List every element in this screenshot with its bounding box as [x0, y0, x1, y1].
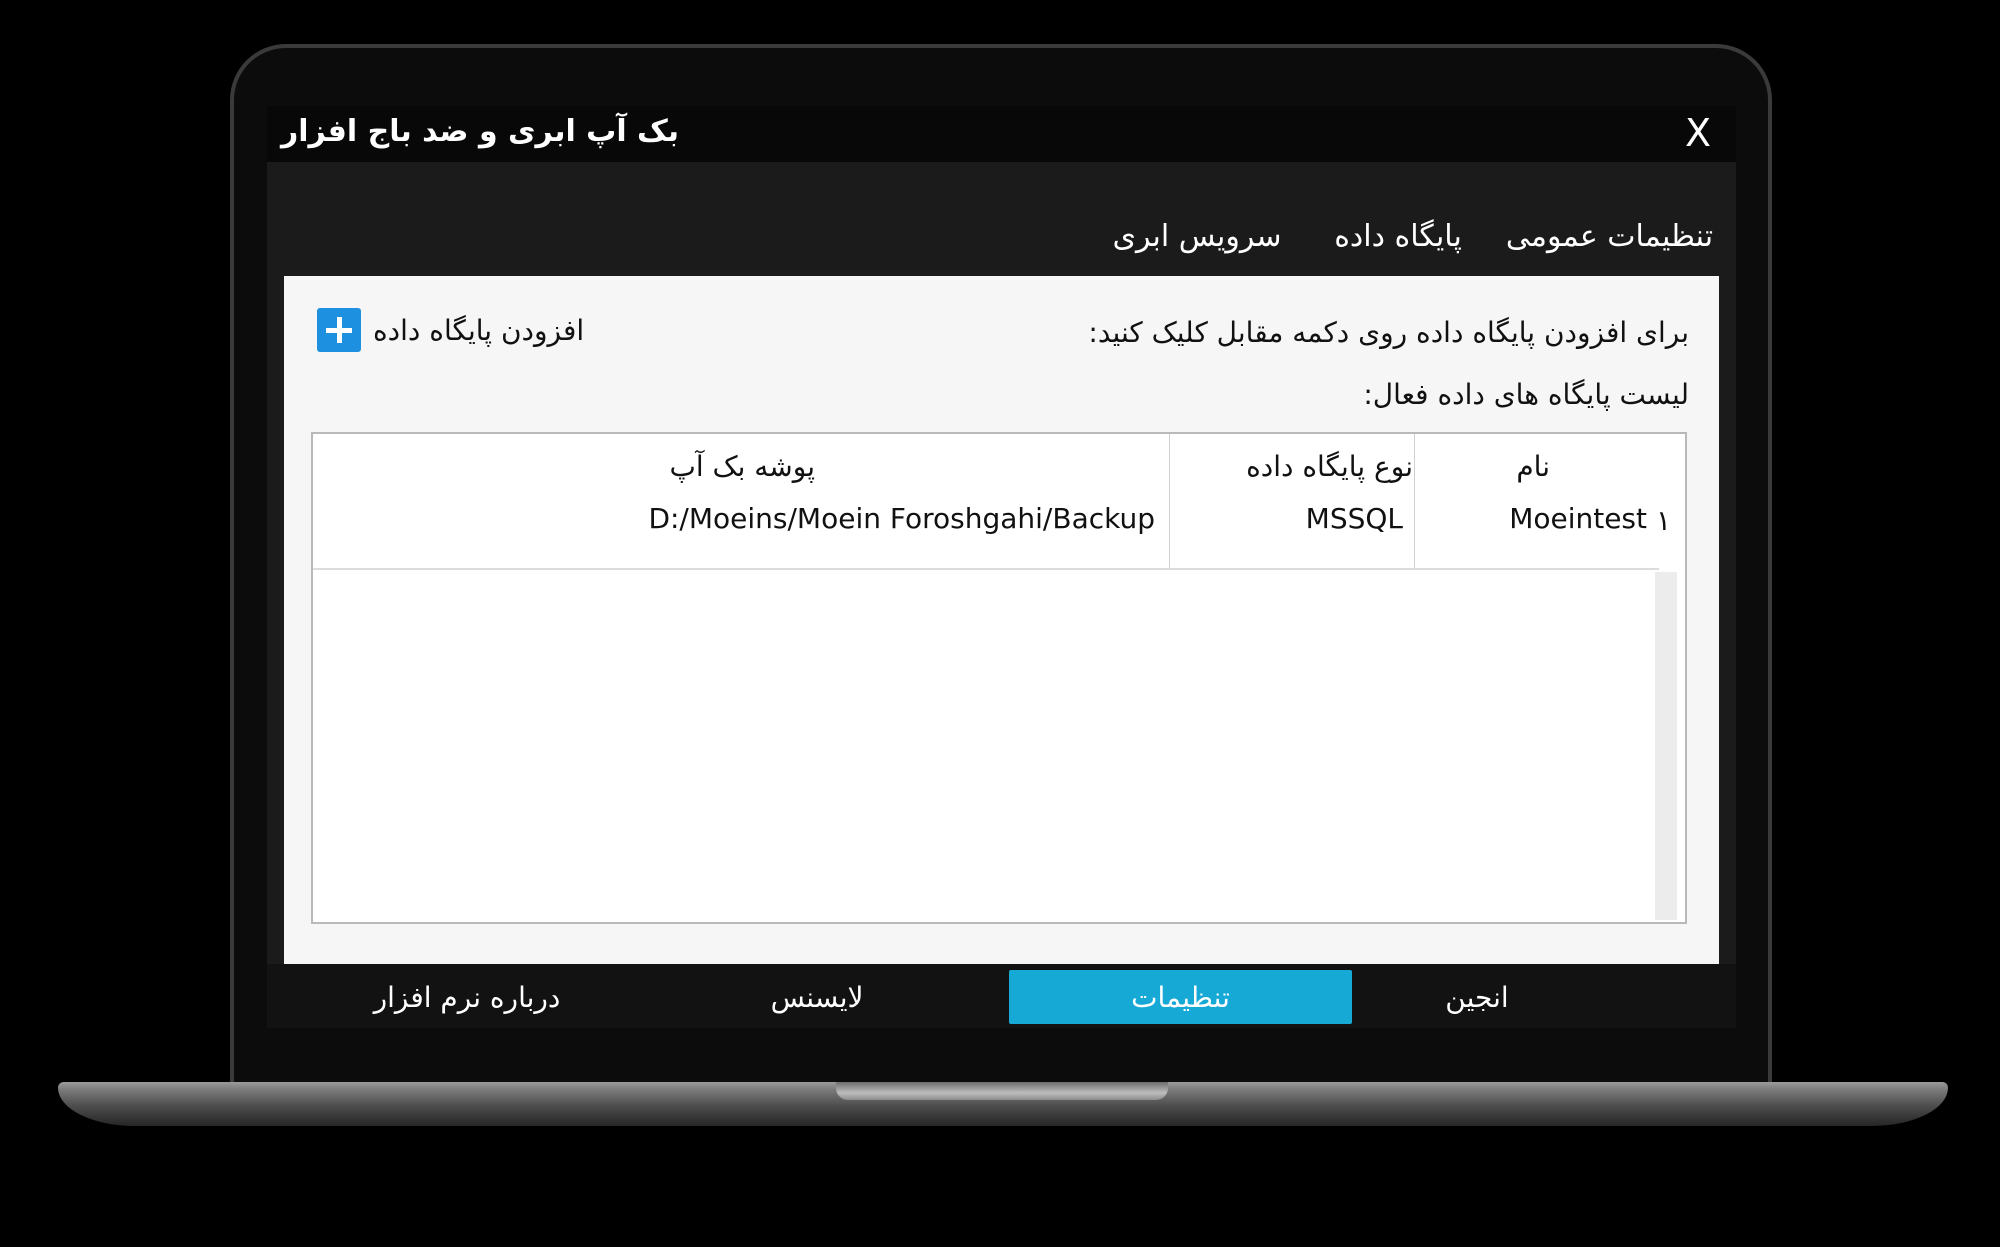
- row-index: ۱: [1655, 504, 1671, 537]
- column-divider: [1169, 434, 1170, 570]
- title-bar: بک آپ ابری و ضد باج افزار X: [267, 106, 1736, 162]
- column-divider: [1414, 434, 1415, 570]
- add-database-button[interactable]: افزودن پایگاه داده: [317, 308, 584, 352]
- databases-table: نام نوع پایگاه داده پوشه بک آپ ۱ Moeinte…: [311, 432, 1687, 924]
- column-header-db-type: نوع پایگاه داده: [1246, 450, 1413, 483]
- column-header-name: نام: [1516, 450, 1550, 483]
- add-database-label: افزودن پایگاه داده: [373, 313, 585, 347]
- cell-backup-folder: D:/Moeins/Moein Foroshgahi/Backup: [648, 502, 1155, 535]
- nav-settings[interactable]: تنظیمات: [1009, 970, 1352, 1024]
- tab-general-settings[interactable]: تنظیمات عمومی: [1493, 196, 1726, 280]
- nav-about[interactable]: درباره نرم افزار: [327, 970, 607, 1024]
- tab-bar: تنظیمات عمومی پایگاه داده سرویس ابری: [1091, 196, 1726, 280]
- nav-engine[interactable]: انجین: [1327, 970, 1627, 1024]
- bottom-navigation: انجین تنظیمات لایسنس درباره نرم افزار: [267, 964, 1736, 1028]
- cell-name: Moeintest: [1509, 502, 1647, 535]
- plus-icon[interactable]: [317, 308, 361, 352]
- active-databases-title: لیست پایگاه های داده فعال:: [1363, 378, 1689, 411]
- database-panel: برای افزودن پایگاه داده روی دکمه مقابل ک…: [284, 276, 1719, 964]
- close-button[interactable]: X: [1678, 110, 1718, 156]
- table-scrollbar[interactable]: [1655, 572, 1677, 920]
- tab-cloud-service[interactable]: سرویس ابری: [1091, 196, 1303, 280]
- cell-db-type: MSSQL: [1305, 502, 1403, 535]
- nav-license[interactable]: لایسنس: [667, 970, 967, 1024]
- column-header-backup-folder: پوشه بک آپ: [669, 450, 815, 483]
- window-title: بک آپ ابری و ضد باج افزار: [281, 114, 680, 149]
- row-divider: [313, 568, 1659, 570]
- app-window: بک آپ ابری و ضد باج افزار X تنظیمات عموم…: [267, 106, 1736, 1028]
- tab-database[interactable]: پایگاه داده: [1303, 196, 1493, 280]
- instruction-text: برای افزودن پایگاه داده روی دکمه مقابل ک…: [1088, 316, 1689, 349]
- laptop-notch: [836, 1082, 1168, 1100]
